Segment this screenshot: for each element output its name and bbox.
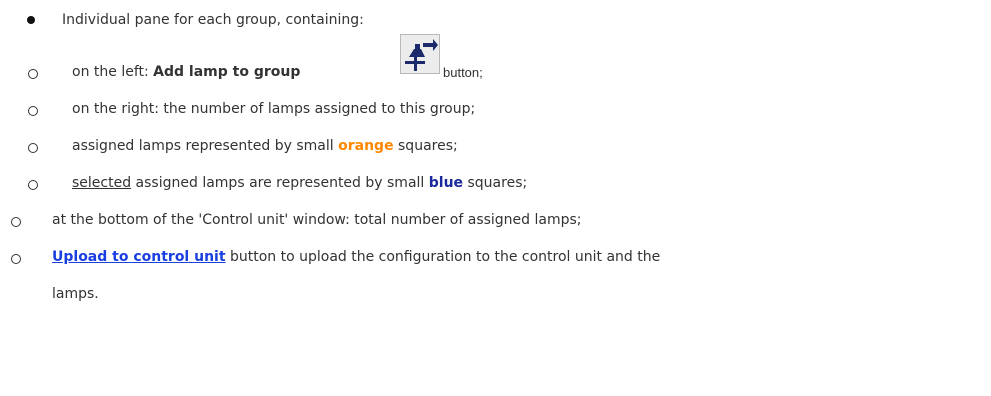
selected-word: selected — [72, 175, 132, 191]
blue-suffix-text: squares; — [463, 175, 528, 191]
add-lamp-label: Add lamp to group — [153, 64, 301, 80]
bullet-icon — [27, 16, 35, 24]
upload-rest-text: button to upload the configuration to th… — [225, 249, 661, 265]
right-text: on the right: the number of lamps assign… — [72, 101, 476, 117]
circle-bullet-icon — [28, 69, 38, 79]
orange-word: orange — [338, 138, 394, 154]
blue-mid-text: assigned lamps are represented by small — [131, 175, 429, 191]
upload-to-control-unit-link[interactable]: Upload to control unit — [52, 249, 226, 265]
circle-bullet-icon — [11, 254, 21, 264]
circle-bullet-icon — [28, 180, 38, 190]
bottom-text: at the bottom of the 'Control unit' wind… — [52, 212, 582, 228]
left-suffix-text: button; — [443, 65, 483, 80]
left-prefix-text: on the left: — [72, 64, 154, 80]
circle-bullet-icon — [28, 143, 38, 153]
orange-prefix-text: assigned lamps represented by small — [72, 138, 339, 154]
upload-cont-text: lamps. — [52, 286, 99, 302]
circle-bullet-icon — [28, 106, 38, 116]
blue-word: blue — [428, 175, 464, 191]
add-lamp-to-group-icon — [400, 34, 440, 74]
circle-bullet-icon — [11, 217, 21, 227]
orange-suffix-text: squares; — [393, 138, 458, 154]
group-pane-text: Individual pane for each group, containi… — [62, 12, 364, 28]
